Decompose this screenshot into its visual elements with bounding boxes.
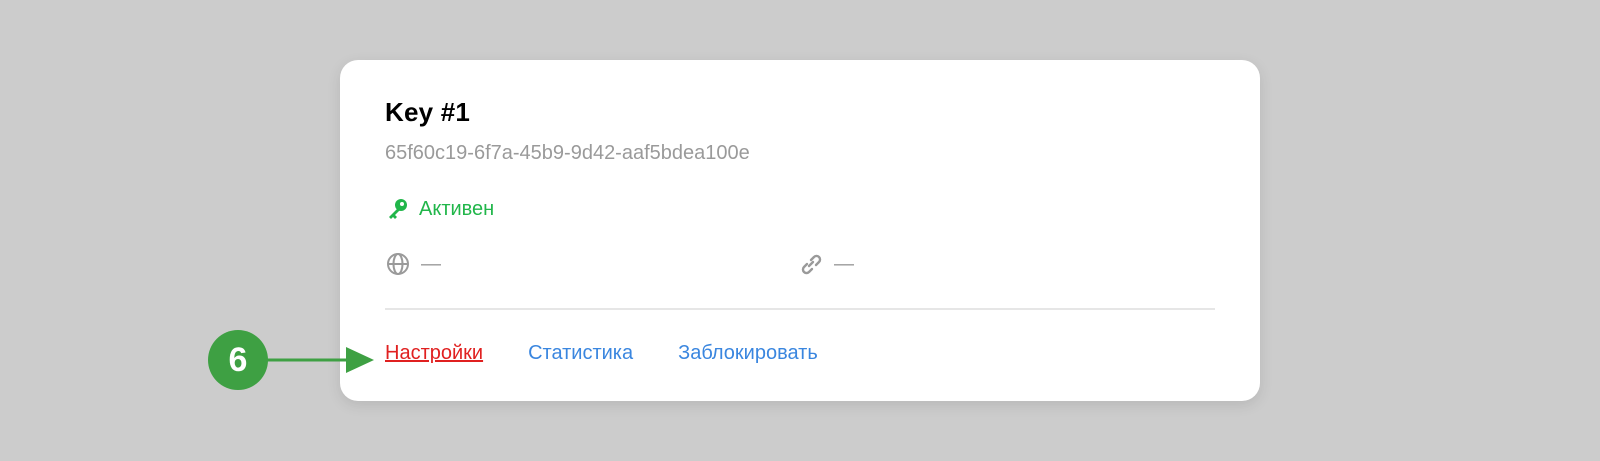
status-label: Активен <box>419 197 495 220</box>
annotation-arrow <box>262 347 374 373</box>
link-value: — <box>834 252 854 275</box>
settings-link[interactable]: Настройки <box>385 342 483 365</box>
key-actions: Настройки Статистика Заблокировать <box>385 342 863 365</box>
divider <box>385 308 1215 310</box>
globe-icon <box>385 251 411 277</box>
key-icon <box>385 196 411 222</box>
statistics-link[interactable]: Статистика <box>528 342 633 365</box>
block-link[interactable]: Заблокировать <box>678 342 818 365</box>
domain-value: — <box>421 252 441 275</box>
key-title: Key #1 <box>385 97 471 127</box>
status-indicator: Активен <box>385 196 494 222</box>
domain-restriction: — <box>385 251 441 277</box>
link-icon <box>798 251 824 277</box>
key-id: 65f60c19-6f7a-45b9-9d42-aaf5bdea100e <box>385 142 750 164</box>
link-restriction: — <box>798 251 854 277</box>
step-number-badge: 6 <box>208 330 268 390</box>
api-key-card: Key #1 65f60c19-6f7a-45b9-9d42-aaf5bdea1… <box>340 60 1260 401</box>
